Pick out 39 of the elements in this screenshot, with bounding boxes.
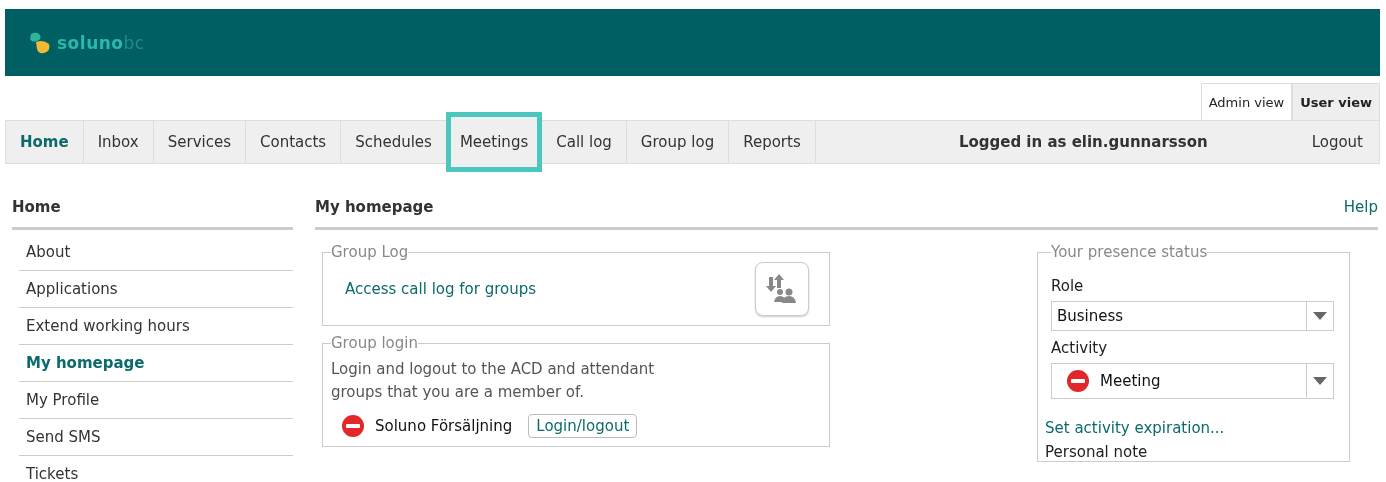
nav-tab[interactable]: Call log — [542, 121, 627, 163]
view-tab[interactable]: User view — [1292, 83, 1380, 120]
sidebar-item[interactable]: About — [19, 234, 293, 271]
field-label: Role — [1051, 277, 1085, 295]
logout-link[interactable]: Logout — [1311, 121, 1363, 163]
caret-icon — [1313, 312, 1327, 320]
panel-legend: Group login — [331, 334, 418, 352]
nav-tab[interactable]: Contacts — [246, 121, 342, 163]
sidebar-item[interactable]: Extend working hours — [19, 308, 293, 345]
sidebar-item[interactable]: My homepage — [19, 345, 293, 382]
logged-in-text: Logged in as elin.gunnarsson — [958, 132, 1208, 153]
nav-tab[interactable]: Group log — [626, 121, 730, 163]
field-label: Activity — [1051, 339, 1109, 357]
nav-tab[interactable]: Services — [153, 121, 246, 163]
arrows-people-icon — [766, 273, 798, 305]
nav-tab[interactable]: Inbox — [83, 121, 154, 163]
sidebar-item[interactable]: Applications — [19, 271, 293, 308]
login-logout-button[interactable]: Login/logout — [528, 414, 638, 438]
description-text: Login and logout to the ACD and attendant groups that you are a member of. — [331, 359, 656, 403]
sidebar-item[interactable]: Send SMS — [19, 419, 293, 456]
role-dropdown[interactable]: Business — [1051, 301, 1334, 331]
sidebar-title: Home — [12, 198, 293, 230]
nav-tab[interactable]: Meetings — [445, 112, 543, 172]
nav-tab[interactable]: Home — [6, 121, 84, 163]
sidebar-item[interactable]: Tickets — [19, 456, 293, 482]
expiration-link[interactable]: Set activity expiration... — [1045, 419, 1341, 437]
panel-legend: Your presence status — [1051, 243, 1208, 261]
group-name: Soluno Försäljning — [375, 417, 513, 435]
sidebar-item[interactable]: My Profile — [19, 382, 293, 419]
activity-dropdown[interactable]: Meeting — [1051, 363, 1334, 399]
panel-legend: Group Log — [331, 243, 409, 261]
group-log-link[interactable]: Access call log for groups — [345, 280, 537, 298]
field-label: Personal note — [1045, 443, 1149, 461]
nav-tab[interactable]: Reports — [729, 121, 816, 163]
caret-icon — [1313, 377, 1327, 385]
help-link[interactable]: Help — [1343, 198, 1378, 216]
page-title: My homepage — [315, 198, 434, 216]
group-log-button[interactable] — [755, 262, 809, 316]
view-tab[interactable]: Admin view — [1200, 83, 1293, 120]
